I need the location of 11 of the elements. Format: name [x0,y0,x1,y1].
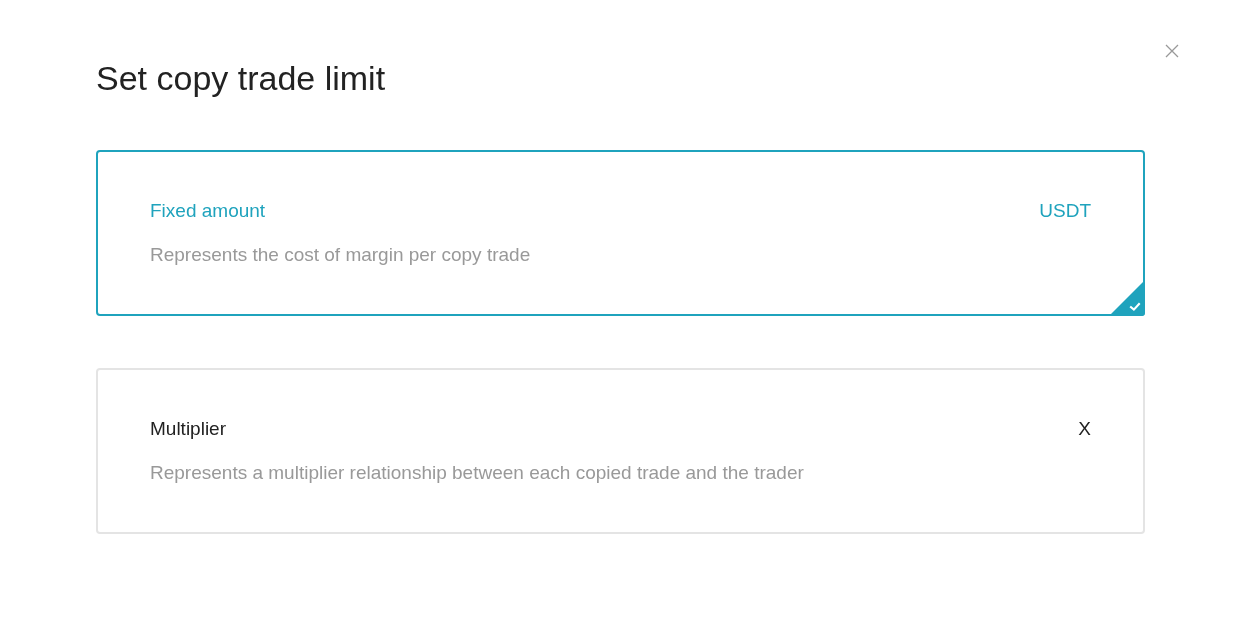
unit-label: USDT [1039,200,1091,222]
dialog-title: Set copy trade limit [96,58,387,99]
option-label: Multiplier [150,418,227,440]
option-description: Represents the cost of margin per copy trade [150,244,532,266]
close-icon [1165,44,1179,58]
option-card[interactable]: Multiplier X Represents a multiplier relationship between each copied trade and the trader [96,368,1145,534]
check-corner-icon [1109,280,1145,316]
close-button[interactable] [1163,42,1181,60]
option-label: Fixed amount [150,200,266,222]
unit-label: X [1078,418,1091,440]
option-description: Represents a multiplier relationship between each copied trade and the trader [150,462,805,484]
